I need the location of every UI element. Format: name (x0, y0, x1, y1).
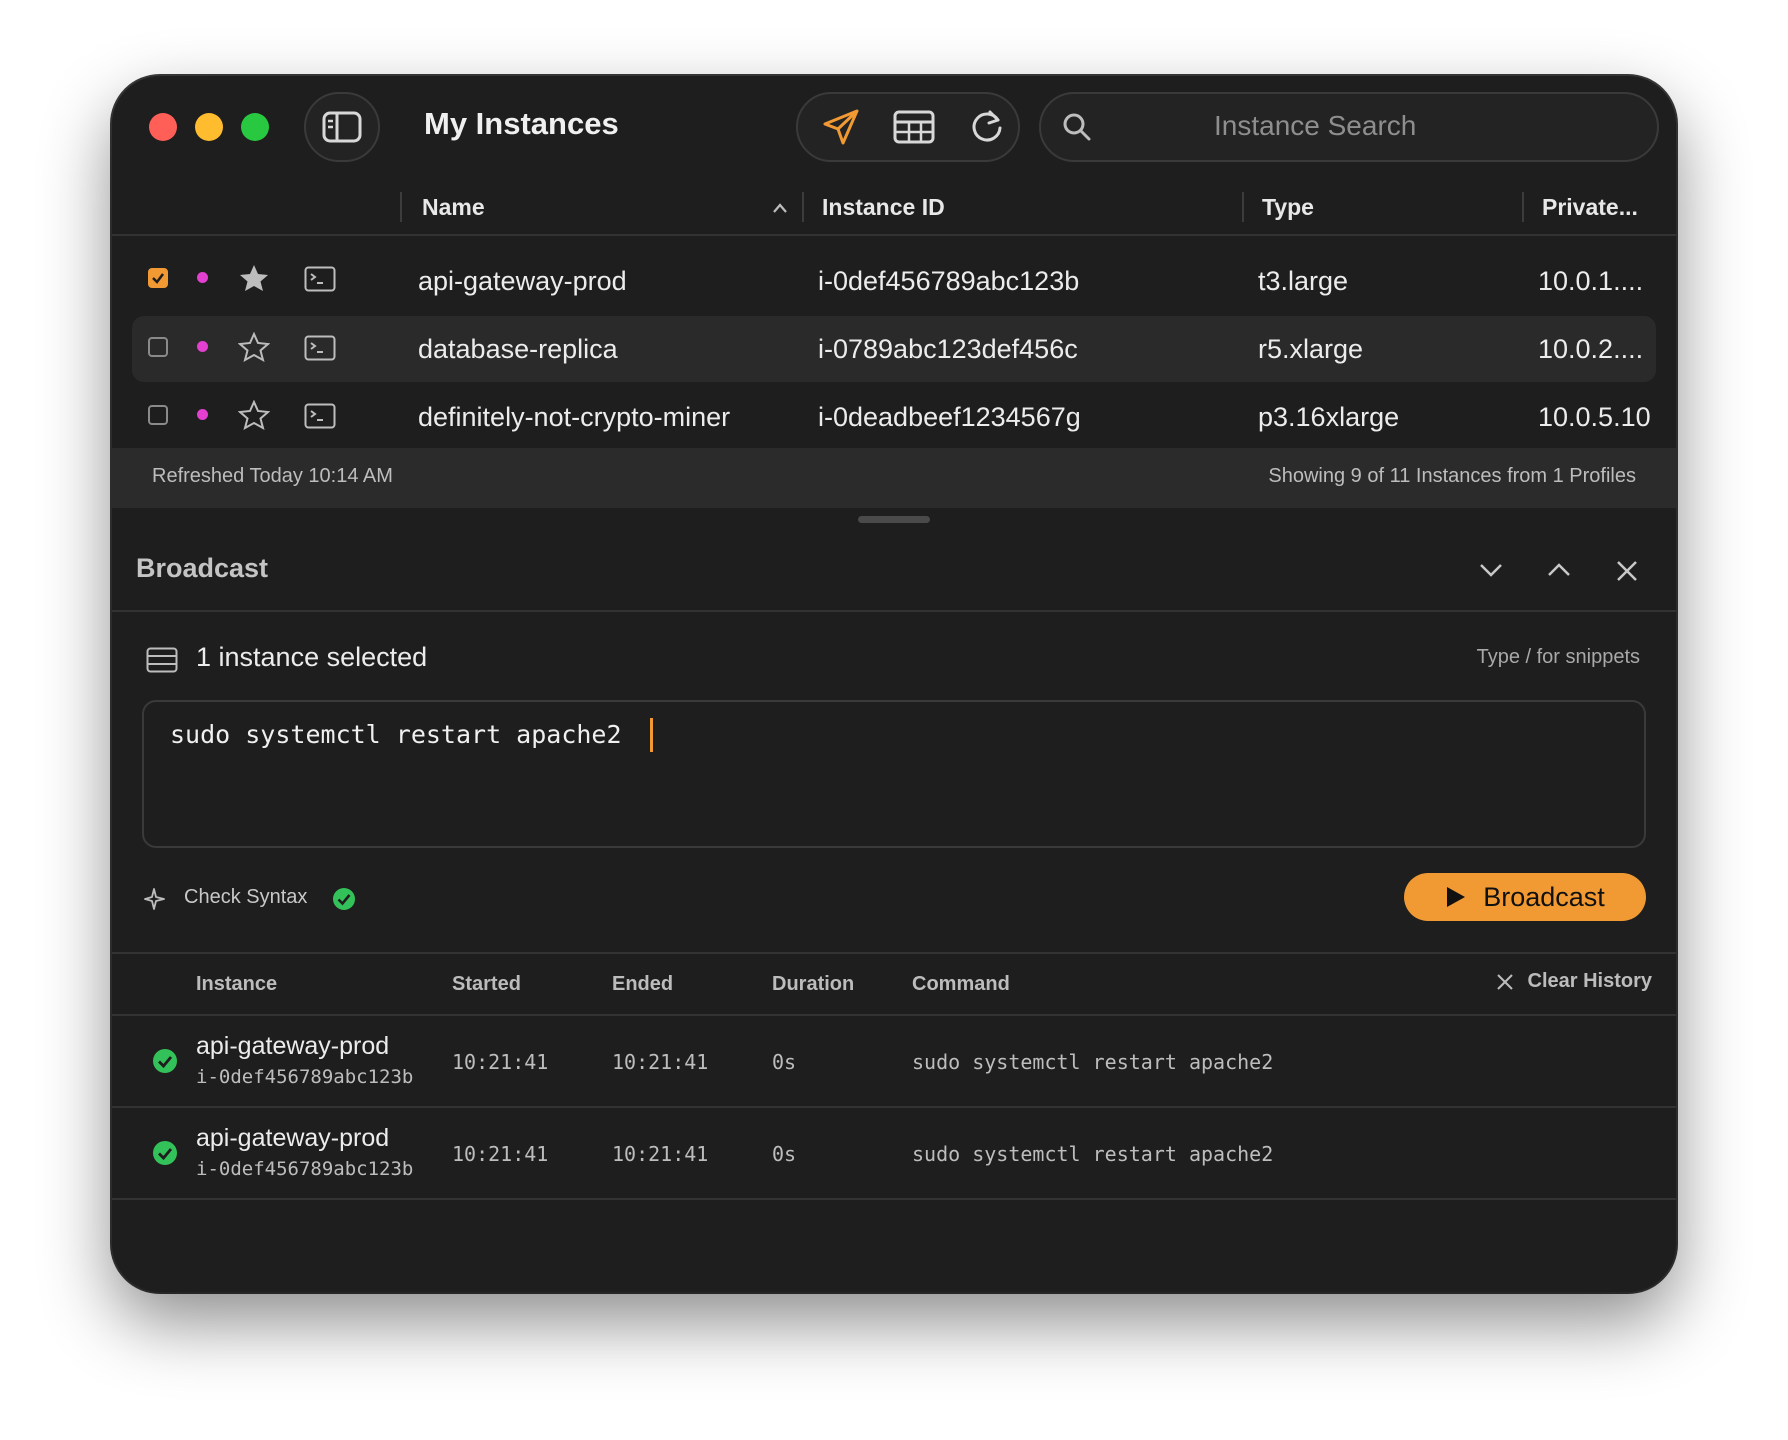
split-handle[interactable] (858, 516, 930, 523)
history-command: sudo systemctl restart apache2 (912, 1050, 1274, 1074)
sidebar-icon (322, 111, 362, 143)
search-icon (1063, 113, 1091, 141)
history-column-ended[interactable]: Ended (612, 973, 673, 996)
clear-history-button[interactable]: Clear History (1496, 970, 1653, 993)
star-filled-icon[interactable] (238, 263, 270, 293)
instance-type: p3.16xlarge (1258, 402, 1400, 432)
refresh-button[interactable] (958, 98, 1016, 156)
checkmark-icon (152, 273, 164, 284)
minimize-window-button[interactable] (195, 113, 223, 141)
history-started: 10:21:41 (452, 1050, 549, 1074)
instance-private-ip: 10.0.5.10 (1538, 402, 1651, 432)
history-column-started[interactable]: Started (452, 973, 521, 996)
refreshed-status: Refreshed Today 10:14 AM (152, 465, 393, 487)
chevron-down-icon[interactable] (1478, 560, 1504, 580)
row-checkbox[interactable] (148, 268, 168, 288)
broadcast-button[interactable]: Broadcast (1404, 873, 1646, 921)
search-placeholder: Instance Search (1214, 110, 1417, 141)
instance-id: i-0789abc123def456c (818, 334, 1078, 364)
sparkle-icon (144, 888, 165, 910)
broadcast-button-label: Broadcast (1483, 881, 1605, 912)
history-column-duration[interactable]: Duration (772, 973, 854, 996)
table-view-button[interactable] (885, 98, 943, 156)
broadcast-toggle-button[interactable] (812, 98, 870, 156)
column-header-type[interactable]: Type (1262, 194, 1314, 221)
terminal-icon[interactable] (304, 335, 336, 361)
history-row[interactable] (112, 1108, 1676, 1198)
history-ended: 10:21:41 (612, 1142, 709, 1166)
paper-plane-icon (823, 109, 859, 145)
history-column-command[interactable]: Command (912, 973, 1010, 996)
history-column-instance[interactable]: Instance (196, 973, 277, 996)
terminal-icon[interactable] (304, 403, 336, 429)
selected-instances-label: 1 instance selected (196, 642, 428, 672)
refresh-icon (972, 110, 1002, 142)
status-dot (197, 272, 208, 283)
history-command: sudo systemctl restart apache2 (912, 1142, 1274, 1166)
broadcast-panel-title: Broadcast (136, 553, 269, 583)
instance-name: definitely-not-crypto-miner (418, 402, 731, 432)
row-checkbox[interactable] (148, 337, 168, 357)
instance-id: i-0deadbeef1234567g (818, 402, 1081, 432)
close-window-button[interactable] (149, 113, 177, 141)
instance-type: r5.xlarge (1258, 334, 1364, 364)
history-instance-name: api-gateway-prod (196, 1032, 390, 1060)
instance-name: database-replica (418, 334, 618, 364)
instance-private-ip: 10.0.1.... (1538, 266, 1644, 296)
play-icon (1447, 887, 1466, 907)
app-window: My Instances Instance Search Name Instan… (112, 76, 1676, 1292)
command-editor[interactable]: sudo systemctl restart apache2 (142, 700, 1646, 848)
column-header-name[interactable]: Name (422, 194, 485, 221)
instance-private-ip: 10.0.2.... (1538, 334, 1644, 364)
text-cursor (650, 718, 653, 752)
status-dot (197, 341, 208, 352)
snippet-hint: Type / for snippets (1476, 646, 1640, 668)
history-row[interactable] (112, 1016, 1676, 1106)
history-ended: 10:21:41 (612, 1050, 709, 1074)
check-syntax-button[interactable]: Check Syntax (184, 886, 307, 909)
history-duration: 0s (772, 1050, 797, 1074)
row-checkbox[interactable] (148, 405, 168, 425)
instance-id: i-0def456789abc123b (818, 266, 1080, 296)
server-list-icon (146, 647, 178, 673)
clear-icon (1496, 973, 1513, 990)
history-instance-id: i-0def456789abc123b (196, 1066, 414, 1088)
sort-ascending-icon (773, 203, 787, 213)
close-icon[interactable] (1615, 559, 1639, 583)
chevron-up-icon[interactable] (1546, 560, 1572, 580)
success-icon (153, 1141, 177, 1165)
clear-history-label: Clear History (1527, 970, 1653, 992)
instance-type: t3.large (1258, 266, 1349, 296)
star-outline-icon[interactable] (238, 400, 270, 430)
command-text: sudo systemctl restart apache2 (170, 720, 622, 749)
instance-name: api-gateway-prod (418, 266, 627, 296)
showing-count: Showing 9 of 11 Instances from 1 Profile… (1268, 465, 1636, 487)
column-header-private-ip[interactable]: Private... (1542, 194, 1638, 221)
history-duration: 0s (772, 1142, 797, 1166)
history-instance-id: i-0def456789abc123b (196, 1158, 414, 1180)
status-dot (197, 409, 208, 420)
history-instance-name: api-gateway-prod (196, 1124, 390, 1152)
table-icon (893, 110, 935, 144)
zoom-window-button[interactable] (241, 113, 269, 141)
column-header-instance-id[interactable]: Instance ID (822, 194, 945, 221)
sidebar-toggle-button[interactable] (304, 92, 380, 162)
history-started: 10:21:41 (452, 1142, 549, 1166)
terminal-icon[interactable] (304, 266, 336, 292)
success-icon (153, 1049, 177, 1073)
syntax-ok-icon (333, 888, 355, 910)
window-title: My Instances (424, 106, 619, 141)
star-outline-icon[interactable] (238, 332, 270, 362)
